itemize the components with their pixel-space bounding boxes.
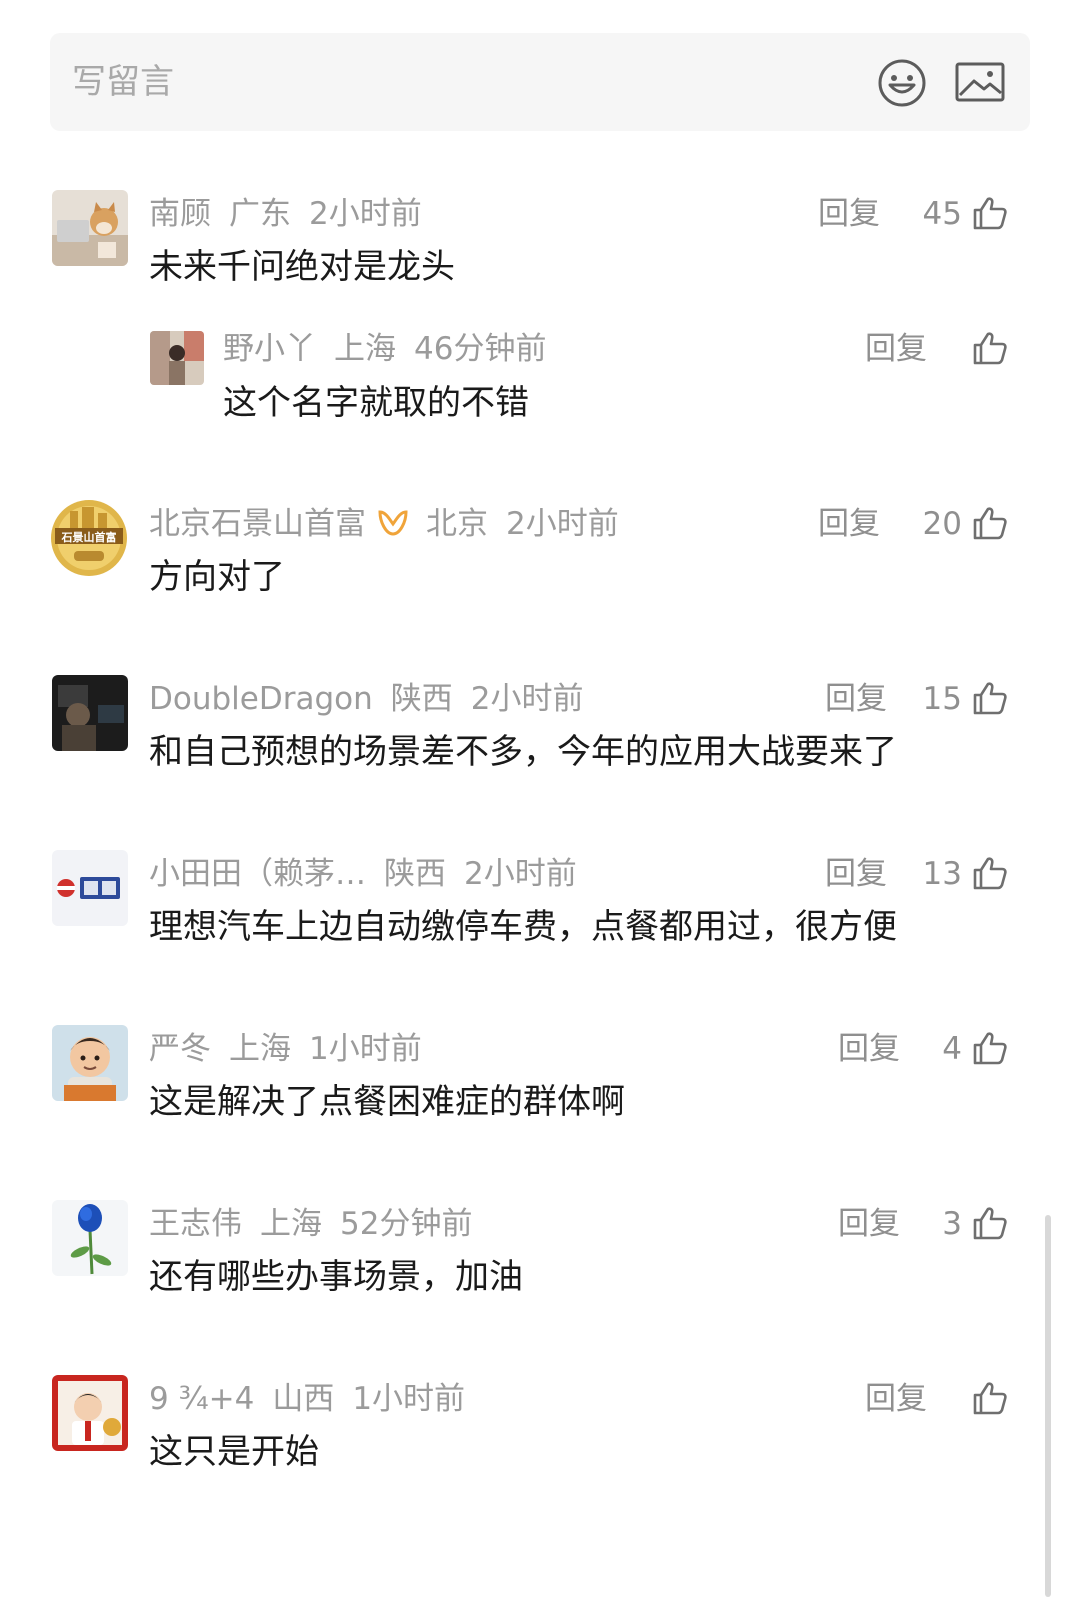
thumbs-up-icon[interactable] xyxy=(972,330,1008,366)
comment-location: 山西 xyxy=(272,1381,335,1417)
comment-author[interactable]: 9 ¾+4 xyxy=(149,1381,254,1417)
like-count: 45 xyxy=(922,196,962,232)
image-icon[interactable] xyxy=(954,61,1006,105)
comment-location: 上海 xyxy=(260,1206,322,1242)
comment-location: 上海 xyxy=(229,1031,291,1067)
comment-meta: 9 ¾+4 山西 1小时前 xyxy=(149,1374,483,1424)
reply-button[interactable]: 回复 xyxy=(818,189,880,239)
comment-author[interactable]: 严冬 xyxy=(149,1031,211,1067)
comment-author[interactable]: 野小丫 xyxy=(223,331,316,367)
comment-location: 广东 xyxy=(229,196,291,232)
comment-meta: 南顾 广东 2小时前 xyxy=(149,189,440,239)
reply-button[interactable]: 回复 xyxy=(838,1024,900,1074)
comment-author[interactable]: 南顾 xyxy=(149,196,211,232)
comment-text: 还有哪些办事场景，加油 xyxy=(149,1257,523,1297)
vip-badge-icon xyxy=(378,510,408,536)
comment-text: 未来千问绝对是龙头 xyxy=(149,247,455,287)
like-count: 15 xyxy=(922,681,962,717)
comment-author[interactable]: 小田田（赖茅… xyxy=(149,856,366,892)
comment-input-placeholder[interactable]: 写留言 xyxy=(72,33,174,131)
comment-meta: 小田田（赖茅… 陕西 2小时前 xyxy=(149,849,595,899)
comment-input-bar[interactable]: 写留言 xyxy=(50,33,1030,131)
thumbs-up-icon[interactable] xyxy=(972,1205,1008,1241)
reply-button[interactable]: 回复 xyxy=(825,849,887,899)
avatar[interactable] xyxy=(150,331,204,385)
avatar[interactable] xyxy=(52,1200,128,1276)
comment-meta: 王志伟 上海 52分钟前 xyxy=(149,1199,490,1249)
comment-time: 1小时前 xyxy=(309,1031,422,1067)
avatar[interactable] xyxy=(52,1025,128,1101)
comment-time: 1小时前 xyxy=(352,1381,466,1417)
comment-text: 这是解决了点餐困难症的群体啊 xyxy=(149,1082,625,1122)
comment-text: 这只是开始 xyxy=(149,1432,319,1472)
thumbs-up-icon[interactable] xyxy=(972,505,1008,541)
comment-text: 理想汽车上边自动缴停车费，点餐都用过，很方便 xyxy=(149,907,897,947)
comment-text: 这个名字就取的不错 xyxy=(223,383,529,423)
emoji-icon[interactable] xyxy=(876,57,928,109)
comment-location: 上海 xyxy=(334,331,396,367)
comment-location: 陕西 xyxy=(390,681,453,717)
comment-location: 陕西 xyxy=(384,856,446,892)
comment-time: 2小时前 xyxy=(470,681,584,717)
svg-text:石景山首富: 石景山首富 xyxy=(61,530,117,544)
like-count: 13 xyxy=(922,856,962,892)
thumbs-up-icon[interactable] xyxy=(972,1030,1008,1066)
comment-meta: DoubleDragon 陕西 2小时前 xyxy=(149,674,602,724)
reply-button[interactable]: 回复 xyxy=(818,499,880,549)
avatar[interactable] xyxy=(52,675,128,751)
thumbs-up-icon[interactable] xyxy=(972,195,1008,231)
reply-button[interactable]: 回复 xyxy=(865,1374,927,1424)
like-count: 4 xyxy=(942,1031,962,1067)
avatar[interactable] xyxy=(52,1375,128,1451)
comment-time: 2小时前 xyxy=(464,856,577,892)
comment-time: 52分钟前 xyxy=(340,1206,473,1242)
avatar[interactable] xyxy=(52,850,128,926)
comment-author[interactable]: 王志伟 xyxy=(149,1206,242,1242)
comment-time: 2小时前 xyxy=(506,506,619,542)
like-count: 3 xyxy=(942,1206,962,1242)
scrollbar[interactable] xyxy=(1045,1215,1051,1597)
avatar[interactable] xyxy=(52,190,128,266)
comment-time: 46分钟前 xyxy=(414,331,547,367)
comment-text: 方向对了 xyxy=(149,557,285,597)
thumbs-up-icon[interactable] xyxy=(972,680,1008,716)
thumbs-up-icon[interactable] xyxy=(972,855,1008,891)
comment-meta: 野小丫 上海 46分钟前 xyxy=(223,324,564,374)
comment-text: 和自己预想的场景差不多，今年的应用大战要来了 xyxy=(149,732,897,772)
comment-time: 2小时前 xyxy=(309,196,422,232)
comment-meta: 北京石景山首富 北京 2小时前 xyxy=(149,499,637,549)
like-count: 20 xyxy=(922,506,962,542)
reply-button[interactable]: 回复 xyxy=(838,1199,900,1249)
avatar[interactable]: 石景山首富 xyxy=(50,499,128,577)
comment-location: 北京 xyxy=(426,506,488,542)
comment-meta: 严冬 上海 1小时前 xyxy=(149,1024,440,1074)
reply-button[interactable]: 回复 xyxy=(865,324,927,374)
comment-author[interactable]: 北京石景山首富 xyxy=(149,506,366,542)
thumbs-up-icon[interactable] xyxy=(972,1380,1008,1416)
comment-author[interactable]: DoubleDragon xyxy=(149,681,373,717)
reply-button[interactable]: 回复 xyxy=(825,674,887,724)
